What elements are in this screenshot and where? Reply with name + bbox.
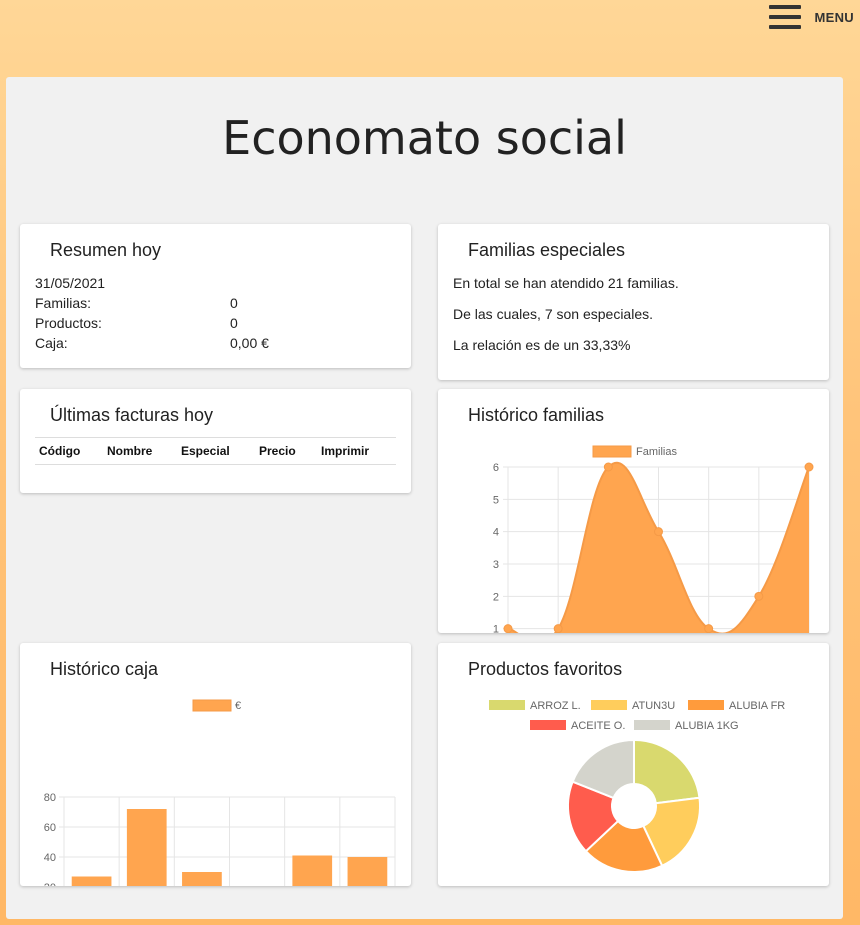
column-header-nombre[interactable]: Nombre xyxy=(103,437,177,465)
legend-swatch xyxy=(489,700,525,710)
legend-label: ARROZ L. xyxy=(530,700,581,712)
y-tick-label: 80 xyxy=(44,792,56,804)
menu-button[interactable]: MENU xyxy=(768,4,854,30)
summary-row-label: Caja: xyxy=(35,335,68,351)
summary-row-productos: Productos: 0 xyxy=(35,315,375,331)
legend-label: ALUBIA 1KG xyxy=(675,720,739,732)
column-header-imprimir[interactable]: Imprimir xyxy=(317,437,396,465)
legend-swatch xyxy=(634,720,670,730)
hamburger-icon[interactable] xyxy=(768,5,801,29)
main-panel: Economato social Resumen hoy 31/05/2021 … xyxy=(6,77,843,919)
data-point xyxy=(704,624,714,633)
legend-label: Familias xyxy=(636,446,677,458)
special-families-title: Familias especiales xyxy=(468,240,626,260)
data-point xyxy=(654,527,663,537)
legend-label: ACEITE O. xyxy=(571,720,625,732)
data-point xyxy=(553,624,563,633)
summary-row-label: Familias: xyxy=(35,295,92,311)
legend-swatch xyxy=(591,700,627,710)
y-tick-label: 3 xyxy=(493,559,499,571)
cash-history-card: Histórico caja €02040608004/04/202104/05… xyxy=(20,643,411,886)
summary-date: 31/05/2021 xyxy=(35,275,106,291)
top-bar: MENU xyxy=(0,0,860,60)
invoices-table: Código Nombre Especial Precio Imprimir xyxy=(35,437,396,465)
special-families-line: En total se han atendido 21 familias. xyxy=(453,275,679,291)
y-tick-label: 6 xyxy=(493,462,499,474)
cash-history-chart: €02040608004/04/202104/05/202114/04/2021… xyxy=(44,699,396,886)
bar-caja xyxy=(182,872,222,886)
bar-caja xyxy=(71,876,112,886)
bar-caja xyxy=(126,809,167,886)
special-families-card: Familias especiales En total se han aten… xyxy=(438,224,829,380)
summary-row-value: 0 xyxy=(230,295,238,311)
legend-label: ATUN3U xyxy=(632,700,675,712)
legend-label: ALUBIA FR xyxy=(729,700,785,712)
legend-swatch xyxy=(592,445,632,458)
data-point xyxy=(503,624,513,633)
summary-row-value: 0,00 € xyxy=(230,335,269,351)
legend-swatch xyxy=(192,699,232,712)
favorite-products-card: Productos favoritos ARROZ L. ATUN3U ALUBIA… xyxy=(438,643,829,886)
legend-swatch xyxy=(688,700,724,710)
invoices-title: Últimas facturas hoy xyxy=(50,405,214,425)
bar-caja xyxy=(292,855,333,886)
bar-caja xyxy=(347,857,388,886)
favorite-products-chart: ARROZ L. ATUN3U ALUBIA FR ACEITE O. ALUBIA 1… xyxy=(489,700,785,873)
column-header-especial[interactable]: Especial xyxy=(177,437,255,465)
summary-row-caja: Caja: 0,00 € xyxy=(35,335,375,351)
column-header-precio[interactable]: Precio xyxy=(255,437,317,465)
data-point xyxy=(754,591,764,601)
legend-swatch xyxy=(530,720,566,730)
data-point xyxy=(804,462,814,472)
summary-row-label: Productos: xyxy=(35,315,102,331)
legend-label: € xyxy=(235,700,241,712)
y-tick-label: 40 xyxy=(44,852,56,864)
menu-label[interactable]: MENU xyxy=(815,10,854,25)
pie-slice xyxy=(633,738,701,805)
y-tick-label: 4 xyxy=(493,527,499,539)
y-tick-label: 2 xyxy=(493,591,499,603)
families-history-chart: Familias012345603/05/202104/04/202104/05… xyxy=(493,445,814,633)
y-tick-label: 60 xyxy=(44,822,56,834)
y-tick-label: 20 xyxy=(44,882,56,886)
summary-row-familias: Familias: 0 xyxy=(35,295,375,311)
special-families-line: La relación es de un 33,33% xyxy=(453,337,631,353)
summary-title: Resumen hoy xyxy=(50,240,162,260)
families-history-card: Histórico familias Familias012345603/05/… xyxy=(438,389,829,633)
summary-card: Resumen hoy 31/05/2021 Familias: 0 Produ… xyxy=(20,224,411,368)
invoices-card: Últimas facturas hoy Código Nombre Espec… xyxy=(20,389,411,493)
page-title: Economato social xyxy=(222,111,627,165)
column-header-codigo[interactable]: Código xyxy=(35,437,103,465)
y-tick-label: 5 xyxy=(493,494,499,506)
special-families-line: De las cuales, 7 son especiales. xyxy=(453,306,653,322)
data-point xyxy=(603,462,613,472)
y-tick-label: 1 xyxy=(493,624,499,633)
summary-row-value: 0 xyxy=(230,315,238,331)
